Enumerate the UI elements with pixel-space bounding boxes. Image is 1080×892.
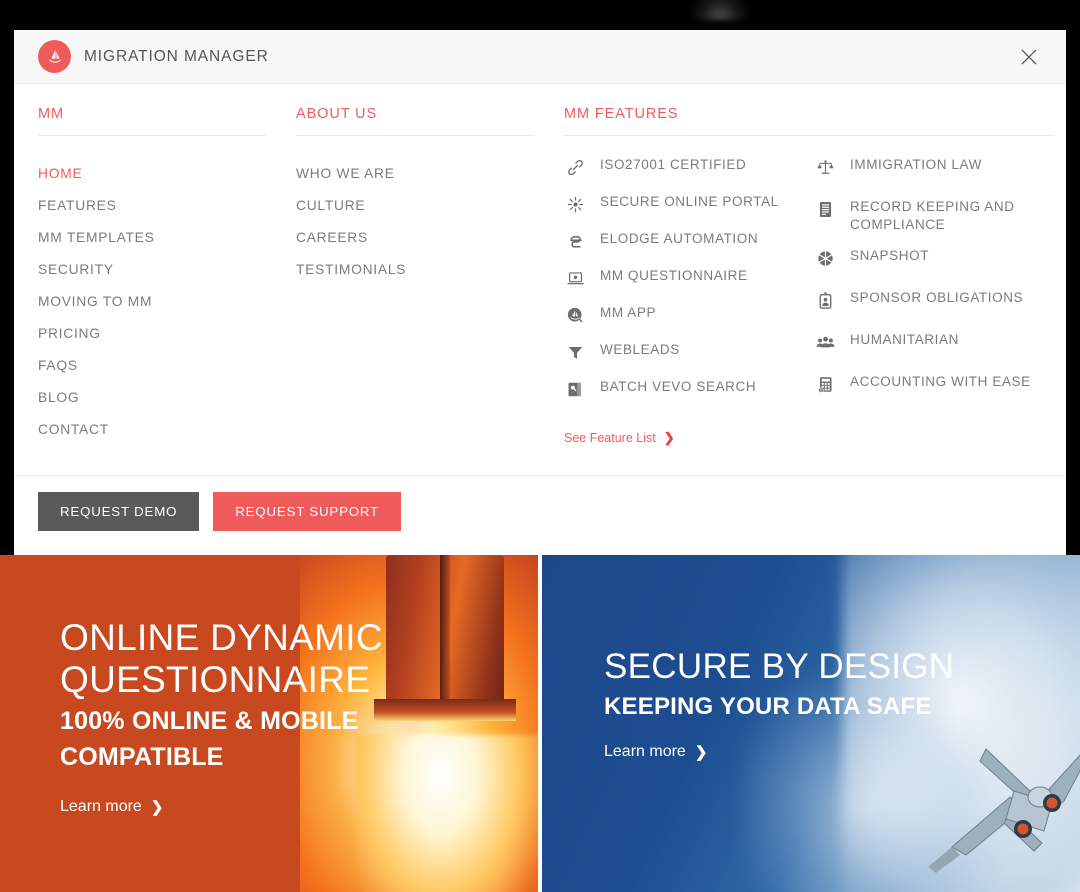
promo-banners: ONLINE DYNAMIC QUESTIONNAIRE 100% ONLINE… [0,555,1080,892]
feature-accounting-with-ease[interactable]: $ ACCOUNTING WITH EASE [814,372,1054,402]
network-hub-icon [564,193,586,215]
funnel-icon [564,341,586,363]
banner-sub-line1: 100% ONLINE & MOBILE [60,707,359,736]
sidebar-item-security[interactable]: SECURITY [38,254,296,286]
chevron-right-icon: ❯ [663,430,675,445]
feature-secure-online-portal[interactable]: SECURE ONLINE PORTAL [564,192,814,222]
feature-label: SPONSOR OBLIGATIONS [850,290,1024,305]
modal-body: MM HOME FEATURES MM TEMPLATES SECURITY M… [14,84,1066,475]
mm-app-badge-icon [564,304,586,326]
column-mm: MM HOME FEATURES MM TEMPLATES SECURITY M… [38,106,296,475]
about-link-list: WHO WE ARE CULTURE CAREERS TESTIMONIALS [296,158,564,286]
learn-more-label: Learn more [604,743,686,761]
feature-immigration-law[interactable]: IMMIGRATION LAW [814,155,1054,185]
sidebar-item-mm-templates[interactable]: MM TEMPLATES [38,222,296,254]
modal-footer: REQUEST DEMO REQUEST SUPPORT [14,475,1066,547]
request-support-button[interactable]: REQUEST SUPPORT [213,492,402,532]
sidebar-item-faqs[interactable]: FAQS [38,350,296,382]
sidebar-item-culture[interactable]: CULTURE [296,190,564,222]
see-feature-list-link[interactable]: See Feature List ❯ [564,430,675,446]
banner-heading-line1: ONLINE DYNAMIC [60,617,383,658]
chain-link-icon [564,156,586,178]
feature-label: HUMANITARIAN [850,332,959,347]
sidebar-item-moving-to-mm[interactable]: MOVING TO MM [38,286,296,318]
feature-batch-vevo-search[interactable]: BATCH VEVO SEARCH [564,377,814,407]
sidebar-item-contact[interactable]: CONTACT [38,414,296,446]
banner-online-dynamic-questionnaire[interactable]: ONLINE DYNAMIC QUESTIONNAIRE 100% ONLINE… [0,555,538,892]
feature-label: RECORD KEEPING AND COMPLIANCE [850,199,1015,232]
sidebar-item-who-we-are[interactable]: WHO WE ARE [296,158,564,190]
documents-stack-icon [564,378,586,400]
elodge-e-icon [564,230,586,252]
brand-name: MIGRATION MANAGER [84,47,269,65]
mega-menu-modal: MIGRATION MANAGER MM HOME FEATURES MM TE… [14,30,1066,558]
column-about-us: ABOUT US WHO WE ARE CULTURE CAREERS TEST… [296,106,564,475]
close-icon[interactable] [1014,42,1044,72]
sidebar-item-pricing[interactable]: PRICING [38,318,296,350]
features-grid: ISO27001 CERTIFIED SECURE ONLINE PORTAL … [564,155,1054,447]
feature-snapshot[interactable]: SNAPSHOT [814,246,1054,276]
column-title-about-us: ABOUT US [296,106,534,136]
learn-more-label: Learn more [60,798,142,816]
records-building-icon [814,198,836,220]
sidebar-item-blog[interactable]: BLOG [38,382,296,414]
features-column-right: IMMIGRATION LAW RECORD KEEPING AND COMPL… [814,155,1054,447]
laptop-icon [564,267,586,289]
chevron-right-icon: ❯ [150,799,164,817]
chevron-right-icon: ❯ [694,744,708,762]
feature-label: ISO27001 CERTIFIED [600,157,747,172]
feature-label: WEBLEADS [600,342,680,357]
brand[interactable]: MIGRATION MANAGER [38,40,269,73]
feature-label: IMMIGRATION LAW [850,157,982,172]
feature-label: SECURE ONLINE PORTAL [600,194,779,209]
aperture-icon [814,247,836,269]
learn-more-link[interactable]: Learn more ❯ [60,798,163,816]
sidebar-item-home[interactable]: HOME [38,158,296,190]
banner-secure-by-design[interactable]: SECURE BY DESIGN KEEPING YOUR DATA SAFE … [542,555,1080,892]
features-column-left: ISO27001 CERTIFIED SECURE ONLINE PORTAL … [564,155,814,447]
id-badge-icon [814,289,836,311]
people-group-icon [814,331,836,353]
feature-label: ELODGE AUTOMATION [600,231,759,246]
feature-label: SNAPSHOT [850,248,930,263]
column-title-mm-features: MM FEATURES [564,106,1054,136]
banner-content: ONLINE DYNAMIC QUESTIONNAIRE 100% ONLINE… [60,617,383,816]
page-root: MIGRATION MANAGER MM HOME FEATURES MM TE… [0,0,1080,892]
sidebar-item-testimonials[interactable]: TESTIMONIALS [296,254,564,286]
banner-sub-line2: COMPATIBLE [60,742,224,771]
sidebar-item-features[interactable]: FEATURES [38,190,296,222]
banner-heading-line1: SECURE BY DESIGN [604,647,955,686]
column-title-mm: MM [38,106,266,136]
banner-heading-line2: QUESTIONNAIRE [60,659,371,701]
sailboat-logo-icon [38,40,71,73]
feature-humanitarian[interactable]: HUMANITARIAN [814,330,1054,360]
feature-webleads[interactable]: WEBLEADS [564,340,814,370]
feature-mm-app[interactable]: MM APP [564,303,814,333]
banner-sub-line1: KEEPING YOUR DATA SAFE [604,692,932,720]
feature-label: MM QUESTIONNAIRE [600,268,748,283]
mm-link-list: HOME FEATURES MM TEMPLATES SECURITY MOVI… [38,158,296,446]
request-demo-button[interactable]: REQUEST DEMO [38,492,200,532]
feature-mm-questionnaire[interactable]: MM QUESTIONNAIRE [564,266,814,296]
see-feature-list-label: See Feature List [564,431,656,445]
learn-more-link[interactable]: Learn more ❯ [604,743,707,761]
feature-label: BATCH VEVO SEARCH [600,379,757,394]
sidebar-item-careers[interactable]: CAREERS [296,222,564,254]
feature-sponsor-obligations[interactable]: SPONSOR OBLIGATIONS [814,288,1054,318]
feature-elodge-automation[interactable]: ELODGE AUTOMATION [564,229,814,259]
feature-iso27001-certified[interactable]: ISO27001 CERTIFIED [564,155,814,185]
backdrop-blur-shape [690,0,750,20]
feature-label: ACCOUNTING WITH EASE [850,374,1031,389]
banner-content: SECURE BY DESIGN KEEPING YOUR DATA SAFE … [604,647,954,761]
feature-record-keeping-and-compliance[interactable]: RECORD KEEPING AND COMPLIANCE [814,197,1054,234]
modal-header: MIGRATION MANAGER [14,30,1066,84]
feature-label: MM APP [600,305,657,320]
scales-icon [814,156,836,178]
calculator-icon: $ [814,373,836,395]
column-mm-features: MM FEATURES ISO27001 CERTIFIED SECURE ON… [564,106,1054,475]
svg-text:$: $ [819,388,821,392]
